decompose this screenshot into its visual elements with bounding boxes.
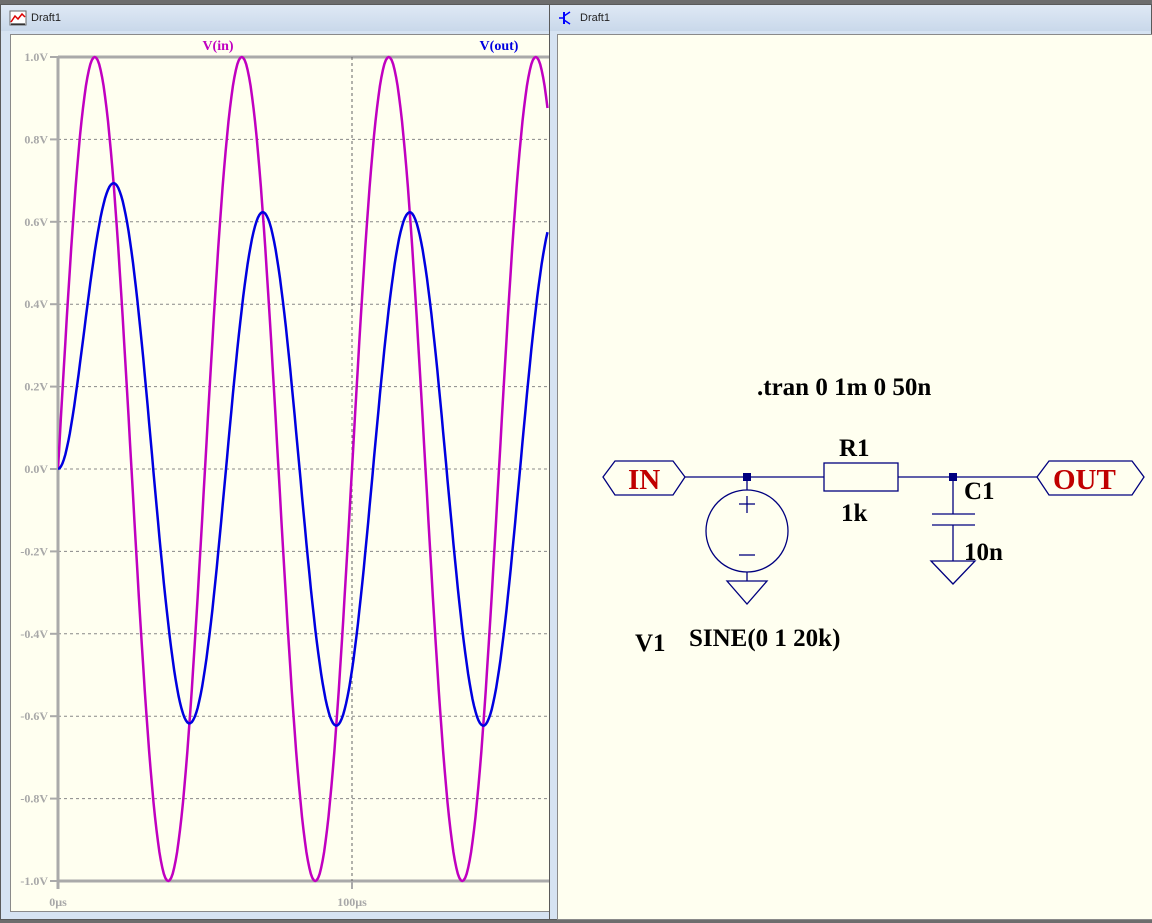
tran-directive[interactable]: .tran 0 1m 0 50n (757, 374, 931, 401)
legend-vout[interactable]: V(out) (480, 39, 519, 54)
schematic-window-title: Draft1 (580, 12, 610, 24)
y-tick-label: -0.4V (20, 627, 48, 641)
waveform-window: Draft1 1.0V 0.8V 0.6V 0.4V 0.2V 0.0V -0.2V -0.4… (0, 4, 550, 920)
ground-icon (725, 580, 769, 605)
y-tick-label: -0.8V (20, 792, 48, 806)
legend-vin[interactable]: V(in) (202, 39, 233, 54)
transistor-schematic-icon (559, 11, 571, 25)
y-tick-label: 0.8V (24, 132, 48, 146)
waveform-plot-pane[interactable]: 1.0V 0.8V 0.6V 0.4V 0.2V 0.0V -0.2V -0.4V -0.6V -… (10, 34, 550, 912)
waveform-window-title: Draft1 (31, 12, 61, 24)
schematic-window: Draft1 .tran 0 1m 0 50n IN OUT R1 1k C1 … (549, 4, 1152, 920)
y-tick-label: 1.0V (24, 50, 48, 64)
out-net-label: OUT (1053, 464, 1116, 496)
junction-dot (949, 473, 957, 481)
waveform-plot[interactable]: 1.0V 0.8V 0.6V 0.4V 0.2V 0.0V -0.2V -0.4V -0.6V -… (10, 34, 550, 912)
r1-name[interactable]: R1 (839, 435, 870, 462)
v1-name[interactable]: V1 (635, 630, 666, 657)
c1-value[interactable]: 10n (964, 539, 1003, 566)
resistor-r1[interactable] (823, 462, 899, 492)
y-tick-label: -1.0V (20, 874, 48, 888)
y-tick-label: 0.2V (24, 380, 48, 394)
schematic-drawing: .tran 0 1m 0 50n IN OUT R1 1k C1 10n V1 … (602, 374, 1145, 657)
y-tick-label: 0.6V (24, 215, 48, 229)
y-tick-label: 0.4V (24, 297, 48, 311)
schematic-window-titlebar[interactable]: Draft1 (550, 5, 1151, 31)
y-tick-label: -0.6V (20, 709, 48, 723)
y-tick-label: -0.2V (20, 544, 48, 558)
in-net-label: IN (628, 464, 660, 496)
schematic-canvas[interactable]: .tran 0 1m 0 50n IN OUT R1 1k C1 10n V1 … (557, 34, 1152, 920)
y-tick-label: 0.0V (24, 462, 48, 476)
waveform-icon (9, 10, 27, 26)
waveform-window-titlebar[interactable]: Draft1 (1, 5, 549, 31)
x-tick-label: 100µs (337, 895, 367, 909)
c1-name[interactable]: C1 (964, 478, 995, 505)
junction-dot (743, 473, 751, 481)
v1-value[interactable]: SINE(0 1 20k) (689, 625, 840, 652)
capacitor-c1[interactable] (932, 513, 975, 526)
x-tick-label: 0µs (49, 895, 67, 909)
voltage-source-v1[interactable] (705, 489, 789, 573)
r1-value[interactable]: 1k (841, 500, 868, 527)
